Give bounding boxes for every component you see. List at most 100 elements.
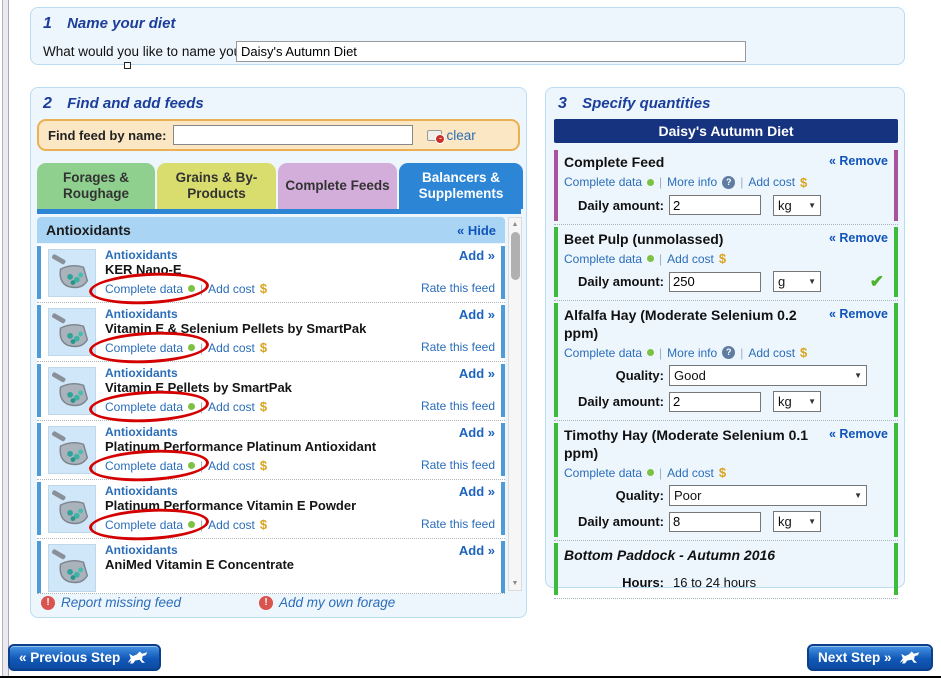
daily-amount-input[interactable]: [669, 195, 761, 215]
tab-balancers-supplements[interactable]: Balancers & Supplements: [399, 163, 523, 209]
add-feed-link[interactable]: Add »: [459, 484, 495, 499]
step1-heading: 1 Name your diet: [43, 15, 175, 33]
more-info-link[interactable]: More info: [667, 175, 717, 189]
feed-category-link[interactable]: Antioxidants: [105, 248, 178, 262]
diet-item-name: Alfalfa Hay (Moderate Selenium 0.2 ppm): [564, 307, 816, 342]
diet-title-bar: Daisy's Autumn Diet: [554, 119, 898, 143]
add-feed-link[interactable]: Add »: [459, 366, 495, 381]
complete-data-link[interactable]: Complete data: [564, 346, 642, 360]
add-feed-link[interactable]: Add »: [459, 425, 495, 440]
quality-select[interactable]: Good ▼: [669, 365, 867, 386]
add-cost-link[interactable]: Add cost: [208, 282, 255, 296]
daily-amount-input[interactable]: [669, 392, 761, 412]
question-icon[interactable]: ?: [722, 346, 735, 359]
complete-data-link[interactable]: Complete data: [105, 400, 183, 414]
dollar-icon[interactable]: $: [260, 281, 267, 296]
diet-item-name: Bottom Paddock - Autumn 2016: [564, 547, 884, 565]
daily-amount-input[interactable]: [669, 512, 761, 532]
dollar-icon[interactable]: $: [260, 458, 267, 473]
clear-search-button[interactable]: clear: [427, 128, 475, 143]
hours-value: 16 to 24 hours: [673, 575, 756, 590]
remove-item-link[interactable]: « Remove: [829, 307, 888, 321]
next-step-button[interactable]: Next Step »: [807, 644, 933, 671]
daily-amount-input[interactable]: [669, 272, 761, 292]
tab-forages-roughage[interactable]: Forages & Roughage: [37, 163, 155, 209]
rate-this-feed-link[interactable]: Rate this feed: [421, 281, 495, 295]
tab-grains-byproducts[interactable]: Grains & By-Products: [157, 163, 276, 209]
dollar-icon[interactable]: $: [719, 465, 726, 480]
remove-item-link[interactable]: « Remove: [829, 154, 888, 168]
feed-list-scrollbar[interactable]: ▲ ▼: [508, 217, 522, 591]
add-cost-link[interactable]: Add cost: [667, 466, 714, 480]
feed-category-link[interactable]: Antioxidants: [105, 484, 178, 498]
feed-name: Vitamin E & Selenium Pellets by SmartPak: [105, 321, 441, 336]
feed-category-link[interactable]: Antioxidants: [105, 366, 178, 380]
complete-data-link[interactable]: Complete data: [564, 252, 642, 266]
complete-data-link[interactable]: Complete data: [564, 175, 642, 189]
chevron-down-icon: ▼: [808, 517, 816, 526]
previous-step-button[interactable]: « Previous Step: [8, 644, 161, 671]
unit-select[interactable]: kg ▼: [773, 391, 821, 412]
feed-category-link[interactable]: Antioxidants: [105, 307, 178, 321]
add-cost-link[interactable]: Add cost: [208, 459, 255, 473]
complete-data-link[interactable]: Complete data: [105, 518, 183, 532]
add-feed-link[interactable]: Add »: [459, 543, 495, 558]
rate-this-feed-link[interactable]: Rate this feed: [421, 458, 495, 472]
daily-amount-label: Daily amount:: [564, 198, 664, 213]
hide-group-link[interactable]: « Hide: [457, 223, 496, 238]
complete-data-link[interactable]: Complete data: [564, 466, 642, 480]
complete-data-link[interactable]: Complete data: [105, 459, 183, 473]
unit-select[interactable]: g ▼: [773, 271, 821, 292]
scrollbar-thumb[interactable]: [511, 232, 520, 280]
rate-this-feed-link[interactable]: Rate this feed: [421, 517, 495, 531]
warning-icon: !: [41, 596, 55, 610]
dollar-icon[interactable]: $: [260, 517, 267, 532]
rate-this-feed-link[interactable]: Rate this feed: [421, 340, 495, 354]
add-cost-link[interactable]: Add cost: [208, 400, 255, 414]
add-feed-link[interactable]: Add »: [459, 307, 495, 322]
add-my-own-forage-link[interactable]: ! Add my own forage: [259, 595, 395, 610]
question-icon[interactable]: ?: [722, 176, 735, 189]
feed-category-link[interactable]: Antioxidants: [105, 543, 178, 557]
feed-category-link[interactable]: Antioxidants: [105, 425, 178, 439]
tab-complete-feeds[interactable]: Complete Feeds: [278, 163, 397, 209]
feed-name: Vitamin E Pellets by SmartPak: [105, 380, 441, 395]
quality-select[interactable]: Poor ▼: [669, 485, 867, 506]
add-feed-link[interactable]: Add »: [459, 248, 495, 263]
valid-check-icon: ✔: [870, 272, 884, 292]
chevron-down-icon: ▼: [808, 397, 816, 406]
dollar-icon[interactable]: $: [719, 251, 726, 266]
dollar-icon[interactable]: $: [800, 175, 807, 190]
feed-search-input[interactable]: [173, 125, 413, 145]
panel-find-add-feeds: 2 Find and add feeds Find feed by name: …: [30, 87, 527, 618]
unit-select[interactable]: kg ▼: [773, 195, 821, 216]
add-cost-link[interactable]: Add cost: [667, 252, 714, 266]
diet-item: Alfalfa Hay (Moderate Selenium 0.2 ppm) …: [554, 301, 898, 421]
link-divider: |: [200, 518, 203, 532]
report-missing-feed-link[interactable]: ! Report missing feed: [41, 595, 181, 610]
remove-item-link[interactable]: « Remove: [829, 231, 888, 245]
add-cost-link[interactable]: Add cost: [748, 346, 795, 360]
remove-item-link[interactable]: « Remove: [829, 427, 888, 441]
scroll-down-icon[interactable]: ▼: [509, 578, 521, 589]
unit-select[interactable]: kg ▼: [773, 511, 821, 532]
quality-label: Quality:: [564, 368, 664, 383]
feed-search-bar: Find feed by name: clear: [37, 119, 520, 151]
add-cost-link[interactable]: Add cost: [208, 341, 255, 355]
horse-icon: [897, 650, 922, 665]
diet-name-input[interactable]: [236, 41, 746, 62]
add-cost-link[interactable]: Add cost: [208, 518, 255, 532]
dollar-icon[interactable]: $: [800, 345, 807, 360]
scroll-up-icon[interactable]: ▲: [509, 219, 521, 230]
rate-this-feed-link[interactable]: Rate this feed: [421, 399, 495, 413]
complete-data-link[interactable]: Complete data: [105, 282, 183, 296]
step1-title: Name your diet: [67, 15, 175, 32]
group-title: Antioxidants: [46, 222, 131, 238]
add-cost-link[interactable]: Add cost: [748, 175, 795, 189]
more-info-link[interactable]: More info: [667, 346, 717, 360]
window-edge-strip: [2, 0, 9, 676]
dollar-icon[interactable]: $: [260, 399, 267, 414]
step2-number: 2: [43, 95, 52, 112]
complete-data-link[interactable]: Complete data: [105, 341, 183, 355]
dollar-icon[interactable]: $: [260, 340, 267, 355]
